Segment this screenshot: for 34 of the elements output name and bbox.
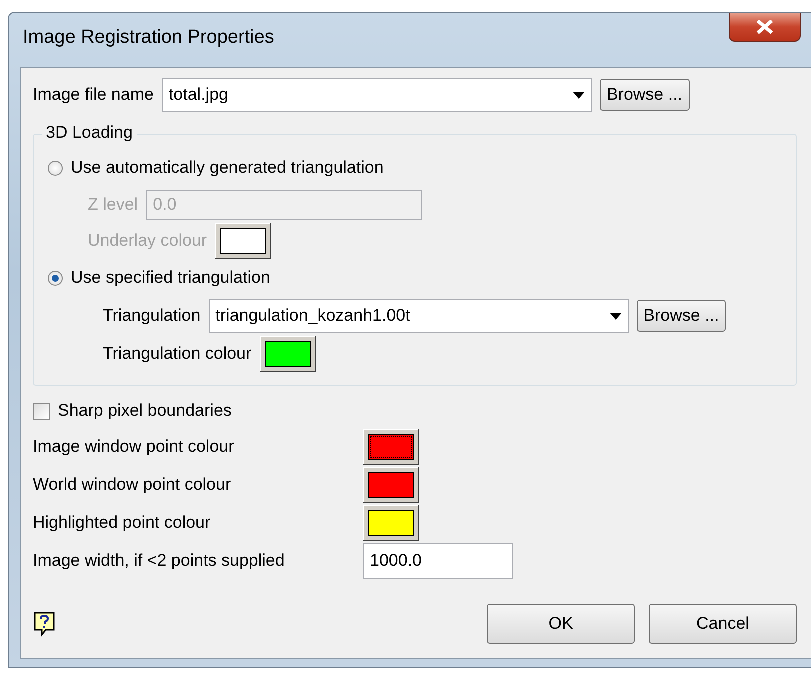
close-button[interactable] [729, 13, 801, 42]
dropdown-arrow-icon [610, 312, 622, 320]
colour-swatch-button[interactable] [215, 223, 272, 259]
field-label: Highlighted point colour [33, 513, 212, 533]
triangulation-dropdown[interactable]: triangulation_kozanh1.00t [208, 299, 629, 333]
help-icon[interactable] [33, 611, 57, 637]
radio-label: Use automatically generated triangulation [71, 158, 384, 178]
checkbox[interactable] [33, 402, 50, 420]
close-icon [756, 20, 774, 34]
window-title: Image Registration Properties [23, 27, 274, 49]
colour-swatch-button[interactable] [363, 505, 419, 541]
field-label: Triangulation [103, 306, 201, 326]
radio-label: Use specified triangulation [71, 268, 270, 288]
ok-button[interactable]: OK [487, 604, 635, 644]
field-label: World window point colour [33, 475, 232, 495]
field-label: Z level [88, 195, 138, 215]
colour-swatch-button[interactable] [363, 429, 419, 465]
group-title: 3D Loading [42, 123, 137, 143]
radio-button[interactable] [48, 270, 63, 286]
field-label: Underlay colour [88, 231, 208, 251]
file-dropdown[interactable]: total.jpg [162, 78, 592, 112]
colour-swatch-button[interactable] [260, 336, 316, 372]
checkbox-label: Sharp pixel boundaries [58, 401, 232, 421]
browse-button[interactable]: Browse ... [600, 79, 690, 111]
field-label: Image window point colour [33, 437, 236, 457]
field-label: Image width, if <2 points supplied [33, 551, 286, 571]
colour-swatch-button[interactable] [363, 467, 419, 503]
dropdown-arrow-icon [572, 92, 585, 98]
field-label: Triangulation colour [103, 344, 252, 364]
width-field[interactable]: 1000.0 [363, 543, 513, 579]
browse-button[interactable]: Browse ... [636, 300, 726, 332]
radio-button[interactable] [48, 160, 63, 176]
field-label: Image file name [33, 85, 154, 105]
cancel-button[interactable]: Cancel [649, 604, 797, 644]
